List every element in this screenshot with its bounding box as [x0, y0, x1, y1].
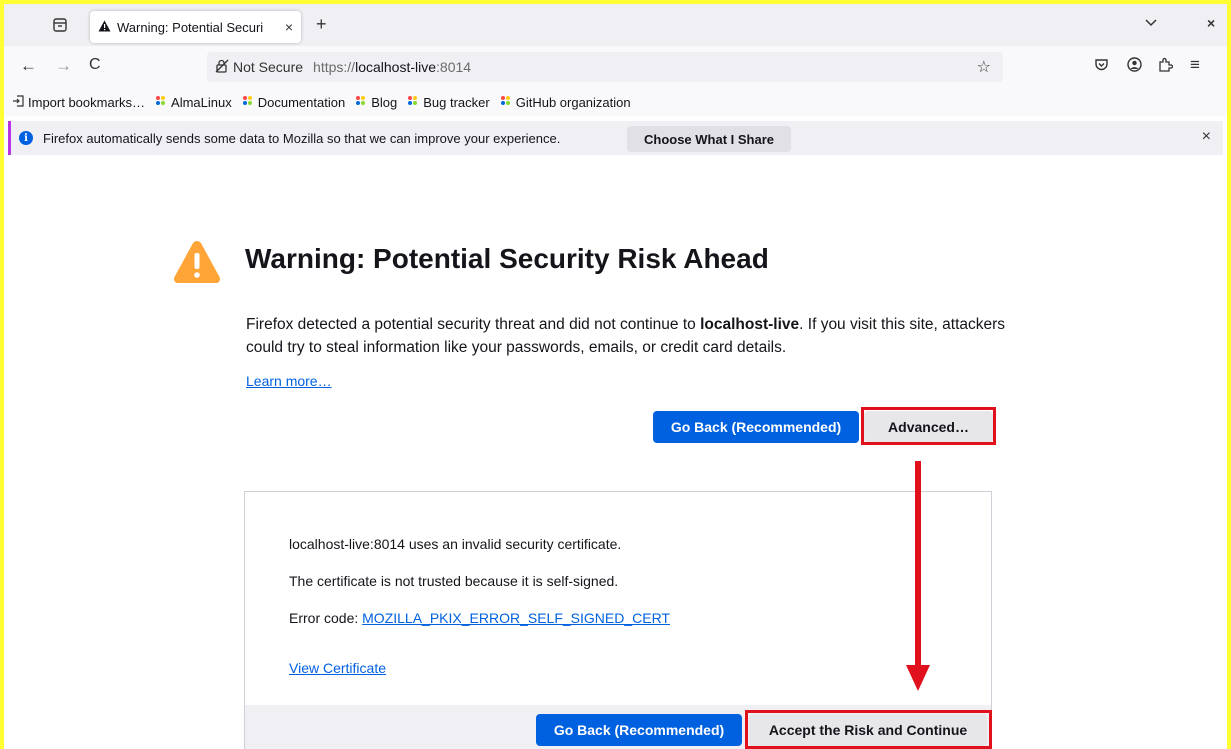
almalinux-icon	[241, 94, 254, 110]
url-port: :8014	[436, 59, 472, 75]
go-back-button-secondary[interactable]: Go Back (Recommended)	[536, 714, 742, 746]
menu-icon[interactable]: ≡	[1190, 55, 1200, 75]
highlight-box-advanced	[861, 407, 996, 445]
url-scheme: https://	[313, 59, 356, 75]
go-back-button[interactable]: Go Back (Recommended)	[653, 411, 859, 443]
bookmark-label: Blog	[371, 94, 398, 110]
desc-text: Firefox detected a potential security th…	[246, 316, 701, 333]
bookmark-almalinux[interactable]: AlmaLinux	[154, 94, 232, 110]
bookmark-label: Documentation	[257, 94, 346, 110]
error-page: Warning: Potential Security Risk Ahead F…	[4, 155, 1227, 749]
list-all-tabs-icon[interactable]	[1145, 16, 1157, 30]
almalinux-icon	[354, 94, 367, 110]
tab-title: Warning: Potential Securi	[117, 19, 264, 35]
almalinux-icon	[499, 94, 512, 110]
red-arrow-head	[906, 665, 930, 691]
back-button[interactable]: ←	[20, 56, 37, 76]
url-host: localhost-live	[355, 59, 437, 75]
tab-strip: Warning: Potential Securi × + ×	[4, 4, 1227, 46]
notification-close-icon[interactable]: ×	[1202, 128, 1211, 146]
tab-active[interactable]: Warning: Potential Securi ×	[90, 11, 301, 43]
bookmark-blog[interactable]: Blog	[354, 94, 397, 110]
pocket-icon[interactable]	[1094, 57, 1109, 76]
browser-window: Warning: Potential Securi × + × ← → C No…	[4, 4, 1227, 749]
almalinux-icon	[406, 94, 419, 110]
url-bar[interactable]: Not Secure https://localhost-live:8014 ☆	[207, 52, 1003, 82]
extensions-icon[interactable]	[1158, 57, 1174, 76]
error-code-line: Error code: MOZILLA_PKIX_ERROR_SELF_SIGN…	[289, 610, 670, 626]
tab-close-icon[interactable]: ×	[285, 19, 293, 35]
firefox-view-icon[interactable]	[52, 17, 68, 33]
bookmark-label: GitHub organization	[515, 94, 631, 110]
desc-host: localhost-live	[700, 316, 800, 333]
not-secure-label: Not Secure	[233, 59, 304, 75]
bookmarks-toolbar: Import bookmarks… AlmaLinux Documentatio…	[4, 88, 1227, 116]
bookmark-github[interactable]: GitHub organization	[499, 94, 631, 110]
warning-icon	[98, 20, 111, 35]
bookmark-documentation[interactable]: Documentation	[241, 94, 345, 110]
bookmark-label: AlmaLinux	[171, 94, 232, 110]
nav-bar: ← → C Not Secure https://localhost-live:…	[4, 46, 1227, 88]
bookmark-label: Bug tracker	[423, 94, 490, 110]
notification-text: Firefox automatically sends some data to…	[43, 130, 561, 146]
bookmark-star-icon[interactable]: ☆	[977, 57, 991, 77]
error-description: Firefox detected a potential security th…	[246, 313, 1006, 359]
certificate-invalid-text: localhost-live:8014 uses an invalid secu…	[289, 536, 622, 552]
not-secure-lock-icon[interactable]	[215, 59, 229, 76]
choose-what-i-share-button[interactable]: Choose What I Share	[627, 126, 791, 152]
almalinux-icon	[154, 94, 167, 110]
highlight-box-accept	[745, 710, 992, 749]
reload-button[interactable]: C	[89, 56, 101, 74]
window-close-button[interactable]: ×	[1207, 15, 1215, 31]
data-collection-notification: i Firefox automatically sends some data …	[8, 121, 1223, 155]
forward-button[interactable]: →	[55, 56, 72, 76]
self-signed-text: The certificate is not trusted because i…	[289, 573, 619, 589]
bookmark-bug-tracker[interactable]: Bug tracker	[406, 94, 490, 110]
error-code-link[interactable]: MOZILLA_PKIX_ERROR_SELF_SIGNED_CERT	[362, 610, 670, 626]
info-icon: i	[19, 131, 33, 145]
page-title: Warning: Potential Security Risk Ahead	[245, 243, 769, 274]
red-arrow-shaft	[915, 461, 921, 667]
error-code-label: Error code:	[289, 610, 363, 626]
new-tab-button[interactable]: +	[316, 14, 327, 35]
warning-icon	[172, 238, 222, 284]
bookmark-label: Import bookmarks…	[28, 94, 146, 110]
view-certificate-link[interactable]: View Certificate	[289, 660, 386, 676]
bookmark-import[interactable]: Import bookmarks…	[12, 95, 145, 110]
learn-more-link[interactable]: Learn more…	[246, 373, 332, 389]
import-icon	[12, 94, 24, 110]
account-icon[interactable]	[1127, 57, 1142, 76]
